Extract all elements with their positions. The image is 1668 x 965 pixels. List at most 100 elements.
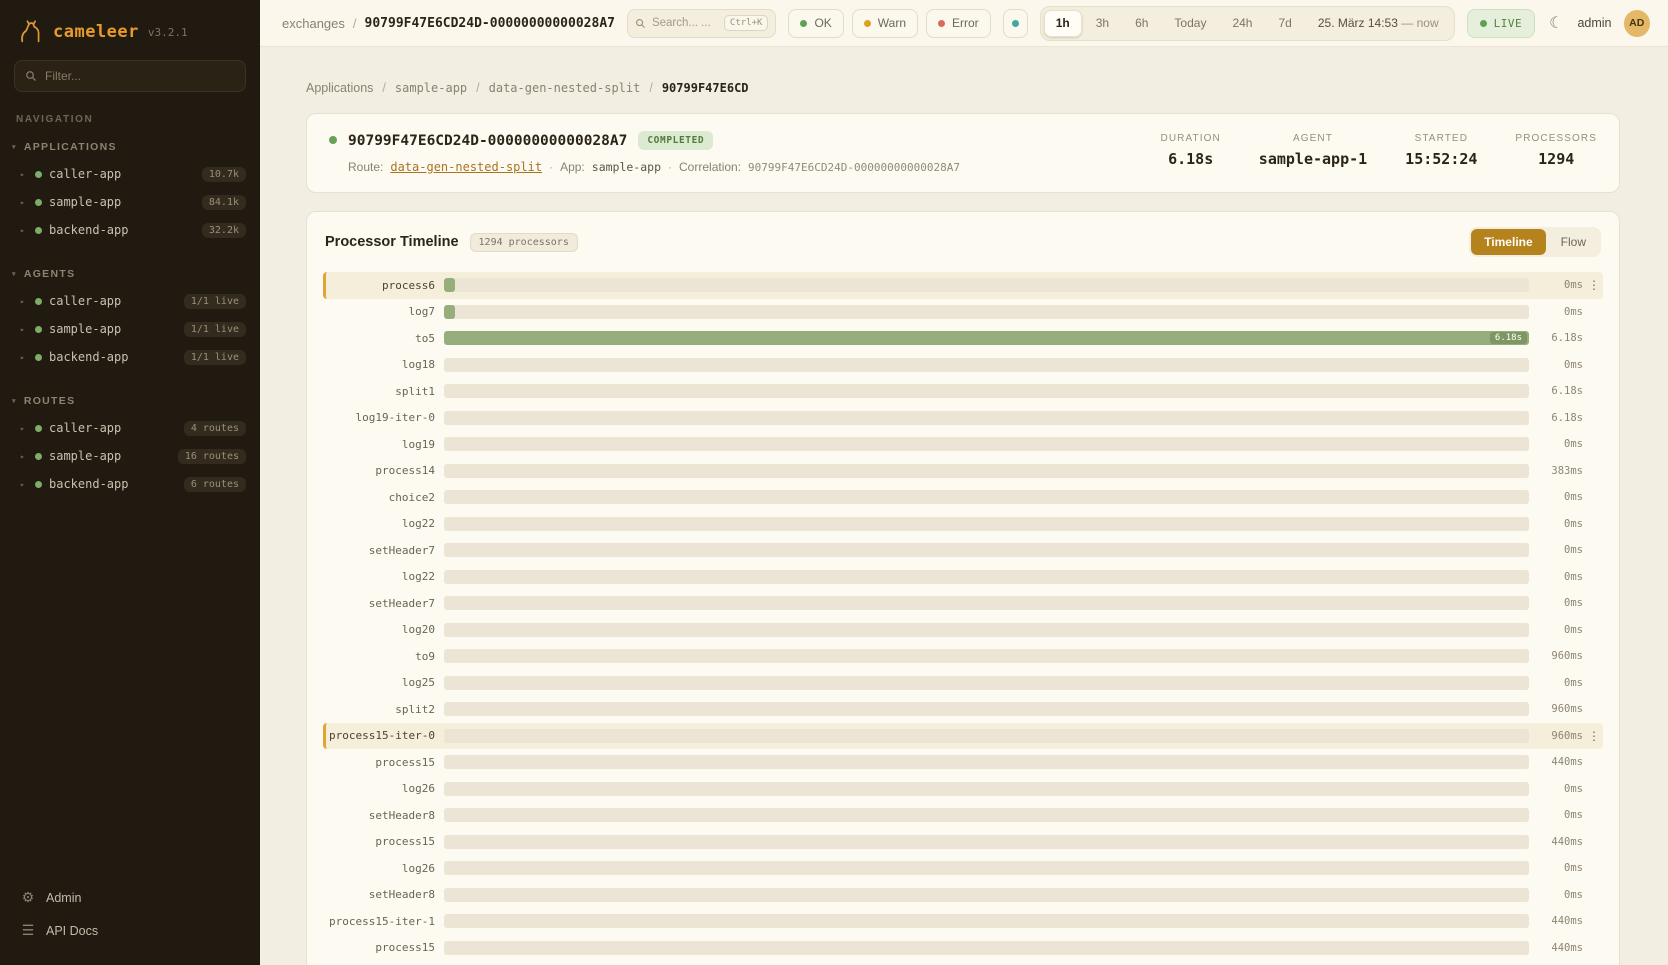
search-input[interactable]: [652, 17, 718, 29]
chevron-right-icon: ▸: [20, 325, 28, 334]
live-indicator[interactable]: LIVE: [1467, 9, 1536, 38]
breadcrumb-separator: /: [353, 16, 357, 31]
breadcrumb-exchanges[interactable]: exchanges: [282, 16, 345, 31]
filter-chip-warn[interactable]: Warn: [852, 9, 918, 38]
filter-chip-label: Warn: [878, 16, 906, 30]
sidebar: cameleer v3.2.1 NAVIGATION ▾ APPLICATION…: [0, 0, 260, 965]
sidebar-section-header[interactable]: ▾ AGENTS: [0, 264, 260, 287]
sidebar-item-backend-app[interactable]: ▸ backend-app 1/1 live: [0, 343, 260, 371]
timeline-track: [444, 517, 1529, 531]
duration-value: 960ms: [1529, 703, 1587, 715]
kebab-menu-icon[interactable]: ⋮: [1587, 278, 1601, 292]
time-range-7d[interactable]: 7d: [1266, 10, 1303, 37]
time-range-3h[interactable]: 3h: [1084, 10, 1121, 37]
timeline-row-log25[interactable]: log25 0ms ⋮: [323, 670, 1603, 697]
chevron-right-icon: ▸: [20, 353, 28, 362]
time-range-24h[interactable]: 24h: [1220, 10, 1264, 37]
search-box[interactable]: Ctrl+K: [627, 9, 776, 38]
timeline-row-log18[interactable]: log18 0ms ⋮: [323, 352, 1603, 379]
kebab-menu-icon[interactable]: ⋮: [1587, 729, 1601, 743]
timeline-track: [444, 755, 1529, 769]
sidebar-filter-input[interactable]: [45, 69, 235, 83]
processor-name: process15-iter-0: [326, 729, 444, 742]
content-breadcrumb-sample-app[interactable]: sample-app: [395, 81, 467, 95]
timeline-row-process14[interactable]: process14 383ms ⋮: [323, 458, 1603, 485]
duration-value: 0ms: [1529, 597, 1587, 609]
main-column: exchanges / 90799F47E6CD24D-000000000000…: [260, 0, 1668, 965]
stat-value: 1294: [1515, 150, 1597, 168]
exchange-detail-card: 90799F47E6CD24D-00000000000028A7 COMPLET…: [306, 113, 1620, 193]
timeline-track: [444, 649, 1529, 663]
toggle-timeline-button[interactable]: Timeline: [1471, 229, 1545, 255]
timeline-row-process15-iter-1[interactable]: process15-iter-1 440ms ⋮: [323, 908, 1603, 935]
breadcrumb-separator: /: [649, 81, 652, 95]
content-breadcrumb-data-gen-nested-split[interactable]: data-gen-nested-split: [489, 81, 641, 95]
timeline-row-process15[interactable]: process15 440ms ⋮: [323, 935, 1603, 962]
timeline-row-setHeader7[interactable]: setHeader7 0ms ⋮: [323, 590, 1603, 617]
sidebar-filter-box[interactable]: [14, 60, 246, 92]
avatar[interactable]: AD: [1624, 10, 1651, 37]
time-range-1h[interactable]: 1h: [1044, 10, 1082, 37]
timeline-row-process15[interactable]: process15 440ms ⋮: [323, 829, 1603, 856]
chevron-down-icon: ▾: [12, 143, 17, 151]
timeline-track: [444, 305, 1529, 319]
time-range-today[interactable]: Today: [1162, 10, 1218, 37]
timeline-row-log19[interactable]: log19 0ms ⋮: [323, 431, 1603, 458]
timeline-row-log19-iter-0[interactable]: log19-iter-0 6.18s ⋮: [323, 405, 1603, 432]
timeline-row-to5[interactable]: to5 6.18s 6.18s ⋮: [323, 325, 1603, 352]
timeline-row-log26[interactable]: log26 0ms ⋮: [323, 961, 1603, 965]
timeline-row-setHeader8[interactable]: setHeader8 0ms ⋮: [323, 802, 1603, 829]
theme-toggle-moon-icon[interactable]: ☾: [1547, 13, 1565, 33]
timeline-row-log26[interactable]: log26 0ms ⋮: [323, 776, 1603, 803]
sidebar-item-label: sample-app: [49, 322, 121, 336]
timeline-rows: process6 0ms ⋮ log7 0ms ⋮ to5 6.18s 6.18…: [323, 272, 1603, 965]
content-breadcrumb-applications[interactable]: Applications: [306, 81, 373, 95]
sidebar-item-caller-app[interactable]: ▸ caller-app 1/1 live: [0, 287, 260, 315]
sidebar-item-sample-app[interactable]: ▸ sample-app 1/1 live: [0, 315, 260, 343]
duration-value: 0ms: [1529, 306, 1587, 318]
timeline-row-to9[interactable]: to9 960ms ⋮: [323, 643, 1603, 670]
route-link[interactable]: data-gen-nested-split: [390, 160, 542, 174]
timeline-row-setHeader8[interactable]: setHeader8 0ms ⋮: [323, 882, 1603, 909]
timeline-row-log26[interactable]: log26 0ms ⋮: [323, 855, 1603, 882]
sidebar-section-header[interactable]: ▾ ROUTES: [0, 391, 260, 414]
timeline-track: [444, 384, 1529, 398]
timeline-row-log22[interactable]: log22 0ms ⋮: [323, 511, 1603, 538]
sidebar-item-sample-app[interactable]: ▸ sample-app 84.1k: [0, 188, 260, 216]
timeline-header: Processor Timeline 1294 processors Timel…: [323, 227, 1603, 257]
timeline-row-log20[interactable]: log20 0ms ⋮: [323, 617, 1603, 644]
date-range-time: 14:53: [1368, 16, 1398, 30]
stat-started: STARTED 15:52:24: [1405, 133, 1477, 168]
sidebar-item-backend-app[interactable]: ▸ backend-app 6 routes: [0, 470, 260, 498]
sidebar-section: ▾ ROUTES ▸ caller-app 4 routes ▸ sample-…: [0, 391, 260, 498]
sidebar-item-sample-app[interactable]: ▸ sample-app 16 routes: [0, 442, 260, 470]
sidebar-item-caller-app[interactable]: ▸ caller-app 4 routes: [0, 414, 260, 442]
timeline-row-process6[interactable]: process6 0ms ⋮: [323, 272, 1603, 299]
timeline-row-process15[interactable]: process15 440ms ⋮: [323, 749, 1603, 776]
toggle-flow-button[interactable]: Flow: [1548, 229, 1599, 255]
sidebar-item-admin[interactable]: ⚙ Admin: [6, 881, 254, 914]
timeline-track: [444, 411, 1529, 425]
processor-name: process15: [326, 941, 444, 954]
sidebar-item-label: caller-app: [49, 294, 121, 308]
filter-chip-label: Error: [952, 16, 979, 30]
timeline-row-setHeader7[interactable]: setHeader7 0ms ⋮: [323, 537, 1603, 564]
timeline-row-log7[interactable]: log7 0ms ⋮: [323, 299, 1603, 326]
sidebar-item-api-docs[interactable]: ☰ API Docs: [6, 914, 254, 947]
sidebar-item-backend-app[interactable]: ▸ backend-app 32.2k: [0, 216, 260, 244]
status-dot-icon: [35, 171, 42, 178]
filter-chip-extra[interactable]: [1003, 9, 1028, 38]
processor-timeline-card: Processor Timeline 1294 processors Timel…: [306, 211, 1620, 965]
timeline-row-choice2[interactable]: choice2 0ms ⋮: [323, 484, 1603, 511]
sidebar-section-header[interactable]: ▾ APPLICATIONS: [0, 137, 260, 160]
filter-chip-ok[interactable]: OK: [788, 9, 843, 38]
timeline-row-process15-iter-0[interactable]: process15-iter-0 960ms ⋮: [323, 723, 1603, 750]
timeline-row-split2[interactable]: split2 960ms ⋮: [323, 696, 1603, 723]
filter-chip-error[interactable]: Error: [926, 9, 991, 38]
timeline-row-split1[interactable]: split1 6.18s ⋮: [323, 378, 1603, 405]
chevron-right-icon: ▸: [20, 170, 28, 179]
sidebar-item-caller-app[interactable]: ▸ caller-app 10.7k: [0, 160, 260, 188]
timeline-row-log22[interactable]: log22 0ms ⋮: [323, 564, 1603, 591]
time-range-6h[interactable]: 6h: [1123, 10, 1160, 37]
sidebar-section-label: AGENTS: [24, 268, 76, 280]
